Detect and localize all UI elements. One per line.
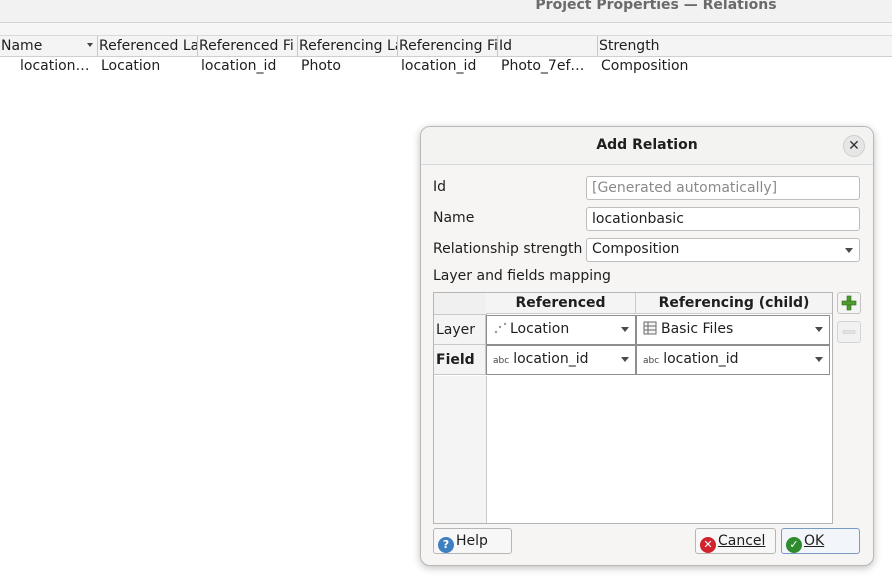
cell-referencing-field: location_id	[401, 58, 477, 74]
parent-field-select[interactable]: abc location_id	[486, 345, 636, 375]
toolbar-strip	[0, 23, 892, 36]
chevron-down-icon	[621, 357, 629, 362]
dialog-titlebar: Add Relation ✕	[421, 127, 873, 165]
column-header-name[interactable]: Name	[0, 36, 98, 56]
cancel-icon: ✕	[700, 537, 716, 553]
column-header-referencing-field[interactable]: Referencing Fi	[398, 36, 498, 56]
id-field[interactable]: [Generated automatically]	[586, 176, 860, 200]
column-header-referencing-layer[interactable]: Referencing La	[298, 36, 398, 56]
mapping-table-corner	[434, 293, 487, 315]
close-icon[interactable]: ✕	[843, 135, 865, 157]
plus-icon	[841, 295, 857, 311]
relations-table-header: Name Referenced La Referenced Fi Referen…	[0, 36, 892, 57]
cell-referencing-layer: Photo	[301, 58, 341, 74]
row-header-gutter	[434, 376, 487, 523]
column-header-parent: Referenced (parent)	[486, 293, 636, 332]
cell-referenced-field: location_id	[201, 58, 277, 74]
column-header-referenced-layer[interactable]: Referenced La	[98, 36, 198, 56]
minus-icon	[842, 330, 856, 334]
add-relation-dialog: Add Relation ✕ Id [Generated automatical…	[420, 126, 874, 566]
strength-label: Relationship strength	[433, 241, 583, 257]
window-title: Project Properties — Relations	[535, 0, 777, 13]
row-header-field-1: Field 1	[434, 345, 486, 398]
help-button[interactable]: ? Help	[433, 528, 512, 554]
ok-button[interactable]: ✓ OK	[781, 528, 860, 554]
mapping-table: Referenced (parent) Referencing (child) …	[433, 292, 833, 524]
text-field-icon: abc	[643, 356, 660, 366]
help-icon: ?	[438, 537, 454, 553]
table-layer-icon	[643, 321, 657, 335]
column-header-strength[interactable]: Strength	[598, 36, 892, 56]
cell-id: Photo_7ef…	[501, 58, 585, 74]
remove-field-pair-button[interactable]	[837, 321, 861, 343]
sort-descending-icon	[87, 43, 93, 47]
chevron-down-icon	[815, 327, 823, 332]
name-field[interactable]: locationbasic	[586, 207, 860, 231]
child-field-select[interactable]: abc location_id	[636, 345, 830, 375]
strength-select[interactable]: Composition	[586, 238, 860, 262]
add-field-pair-button[interactable]	[837, 292, 861, 314]
ok-icon: ✓	[786, 537, 802, 553]
cell-referenced-layer: Location	[101, 58, 161, 74]
cancel-button[interactable]: ✕ Cancel	[695, 528, 776, 554]
cell-name: location…	[20, 58, 90, 74]
chevron-down-icon	[845, 248, 853, 253]
point-layer-icon	[494, 322, 507, 334]
table-row[interactable]: location… Location location_id Photo loc…	[0, 56, 892, 76]
column-header-id[interactable]: Id	[498, 36, 598, 56]
window-titlebar: Project Properties — Relations	[0, 0, 892, 23]
text-field-icon: abc	[493, 356, 510, 366]
cell-strength: Composition	[601, 58, 689, 74]
row-header-layer: Layer	[434, 315, 486, 345]
column-header-child: Referencing (child)	[636, 293, 832, 314]
parent-layer-select[interactable]: Location	[486, 315, 636, 345]
chevron-down-icon	[815, 357, 823, 362]
chevron-down-icon	[621, 327, 629, 332]
child-layer-select[interactable]: Basic Files	[636, 315, 830, 345]
id-label: Id	[433, 179, 447, 195]
dialog-title: Add Relation	[596, 137, 698, 153]
name-label: Name	[433, 210, 475, 226]
mapping-label: Layer and fields mapping	[433, 268, 611, 284]
column-header-referenced-field[interactable]: Referenced Fi	[198, 36, 298, 56]
